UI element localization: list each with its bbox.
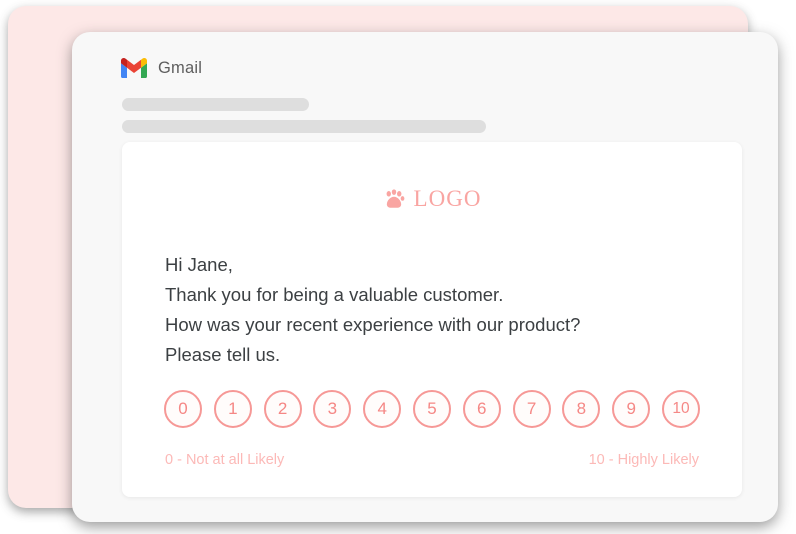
screenshot-stage: Gmail LOGO Hi Jane, Thank you for being … <box>0 0 796 534</box>
message-line: How was your recent experience with our … <box>165 314 581 335</box>
nps-option-1[interactable]: 1 <box>213 390 252 428</box>
nps-high-label: 10 - Highly Likely <box>588 452 699 468</box>
nps-option-10[interactable]: 10 <box>661 390 700 428</box>
nps-option-8[interactable]: 8 <box>562 390 601 428</box>
nps-option-3[interactable]: 3 <box>313 390 352 428</box>
nps-rating-scale: 0 1 2 3 4 5 6 7 8 9 10 <box>164 390 700 428</box>
brand-logo-text: LOGO <box>413 186 482 211</box>
nps-option-5[interactable]: 5 <box>412 390 451 428</box>
gmail-brand: Gmail <box>121 58 202 78</box>
message-line: Thank you for being a valuable customer. <box>165 284 504 305</box>
message-line: Hi Jane, <box>165 254 233 275</box>
paw-print-icon <box>386 189 404 208</box>
nps-option-6[interactable]: 6 <box>462 390 501 428</box>
nps-option-7[interactable]: 7 <box>512 390 551 428</box>
gmail-window: Gmail LOGO Hi Jane, Thank you for being … <box>72 32 778 522</box>
brand-logo-block: LOGO <box>122 186 742 212</box>
nps-option-0[interactable]: 0 <box>164 390 202 428</box>
nps-option-4[interactable]: 4 <box>363 390 402 428</box>
email-message-body: Hi Jane, Thank you for being a valuable … <box>165 250 712 370</box>
email-content-card: LOGO Hi Jane, Thank you for being a valu… <box>122 142 742 497</box>
placeholder-bar-subject <box>122 98 309 111</box>
gmail-m-icon <box>121 58 147 78</box>
message-line: Please tell us. <box>165 344 281 365</box>
gmail-brand-label: Gmail <box>158 58 203 77</box>
placeholder-bar-recipient <box>122 120 486 133</box>
nps-option-9[interactable]: 9 <box>612 390 651 428</box>
nps-option-2[interactable]: 2 <box>263 390 302 428</box>
nps-low-label: 0 - Not at all Likely <box>165 452 285 468</box>
nps-scale-legend: 0 - Not at all Likely 10 - Highly Likely <box>165 452 699 468</box>
